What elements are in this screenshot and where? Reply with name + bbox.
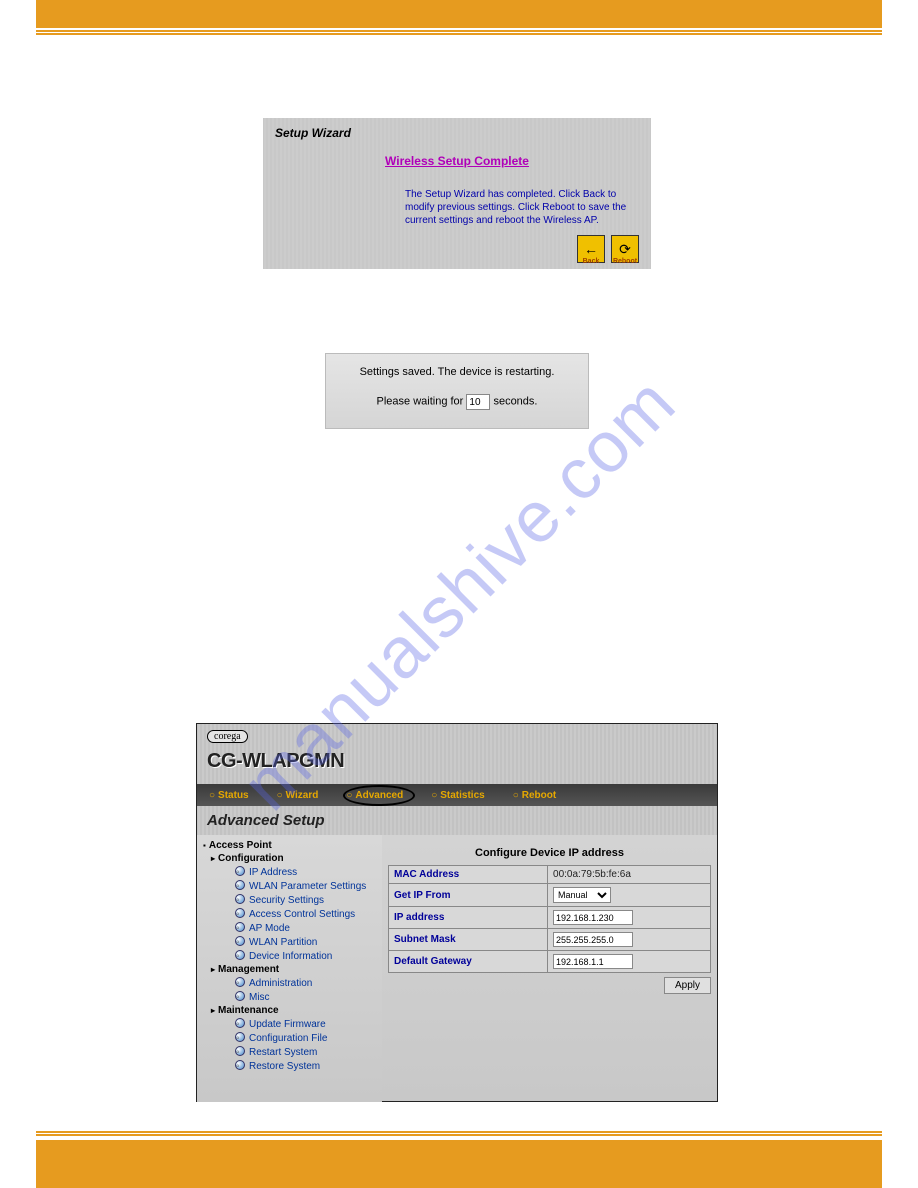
form-title: Configure Device IP address	[388, 841, 711, 865]
tree-group-maintenance[interactable]: Maintenance	[203, 1004, 382, 1017]
restart-dialog: Settings saved. The device is restarting…	[325, 353, 589, 429]
ip-config-table: MAC Address 00:0a:79:5b:fe:6a Get IP Fro…	[388, 865, 711, 973]
gateway-label: Default Gateway	[389, 951, 548, 973]
tree-item-wlan-partition[interactable]: WLAN Partition	[203, 935, 382, 949]
tree-root[interactable]: Access Point	[203, 839, 382, 852]
apply-button[interactable]: Apply	[664, 977, 711, 994]
nav-bar: ○Status ○Wizard ○Advanced ○Statistics ○R…	[197, 784, 717, 806]
bottom-banner	[36, 1140, 882, 1188]
ip-input[interactable]	[553, 910, 633, 925]
ip-label: IP address	[389, 907, 548, 929]
tree-item-restart-system[interactable]: Restart System	[203, 1045, 382, 1059]
tree-item-restore-system[interactable]: Restore System	[203, 1059, 382, 1073]
restart-line-2: Please waiting for seconds.	[326, 394, 588, 410]
restart-suffix: seconds.	[490, 396, 537, 408]
tree-item-device-info[interactable]: Device Information	[203, 949, 382, 963]
tree-item-wlan-parameter[interactable]: WLAN Parameter Settings	[203, 879, 382, 893]
nav-statistics[interactable]: ○Statistics	[431, 790, 485, 801]
gateway-input[interactable]	[553, 954, 633, 969]
tree-item-update-firmware[interactable]: Update Firmware	[203, 1017, 382, 1031]
tree-group-management[interactable]: Management	[203, 963, 382, 976]
sidebar-tree: Access Point Configuration IP Address WL…	[197, 835, 382, 1102]
wizard-panel: Setup Wizard Wireless Setup Complete The…	[263, 118, 651, 269]
nav-wizard[interactable]: ○Wizard	[277, 790, 319, 801]
bottom-rule	[36, 1131, 882, 1136]
getip-label: Get IP From	[389, 884, 548, 907]
tree-item-security[interactable]: Security Settings	[203, 893, 382, 907]
nav-reboot[interactable]: ○Reboot	[513, 790, 557, 801]
countdown-input	[466, 394, 490, 410]
advanced-body: Access Point Configuration IP Address WL…	[197, 835, 717, 1102]
wizard-button-row: ← Back ⟳ Reboot	[577, 235, 639, 263]
advanced-subtitle: Advanced Setup	[197, 806, 717, 835]
tree-item-config-file[interactable]: Configuration File	[203, 1031, 382, 1045]
nav-advanced[interactable]: ○Advanced	[346, 790, 403, 801]
back-button[interactable]: ← Back	[577, 235, 605, 263]
back-button-label: Back	[583, 258, 600, 265]
tree-item-misc[interactable]: Misc	[203, 990, 382, 1004]
top-banner	[36, 0, 882, 28]
tree-group-configuration[interactable]: Configuration	[203, 852, 382, 865]
advanced-setup-screenshot: corega CG-WLAPGMN ○Status ○Wizard ○Advan…	[196, 723, 718, 1102]
tree-item-ap-mode[interactable]: AP Mode	[203, 921, 382, 935]
reboot-button[interactable]: ⟳ Reboot	[611, 235, 639, 263]
brand-logo: corega	[207, 730, 248, 743]
subnet-input[interactable]	[553, 932, 633, 947]
advanced-header: corega CG-WLAPGMN	[197, 724, 717, 784]
nav-status[interactable]: ○Status	[209, 790, 249, 801]
wizard-heading: Wireless Setup Complete	[275, 154, 639, 168]
form-area: Configure Device IP address MAC Address …	[382, 835, 717, 1102]
reboot-icon: ⟳	[619, 241, 631, 258]
model-name: CG-WLAPGMN	[207, 750, 344, 773]
subnet-label: Subnet Mask	[389, 929, 548, 951]
reboot-button-label: Reboot	[613, 258, 637, 265]
restart-line-1: Settings saved. The device is restarting…	[326, 366, 588, 378]
wizard-text: The Setup Wizard has completed. Click Ba…	[405, 188, 631, 227]
back-arrow-icon: ←	[584, 241, 598, 257]
getip-select[interactable]: Manual	[553, 887, 611, 903]
wizard-title: Setup Wizard	[275, 126, 639, 140]
restart-prefix: Please waiting for	[377, 396, 467, 408]
top-rule	[36, 30, 882, 35]
tree-item-administration[interactable]: Administration	[203, 976, 382, 990]
mac-value: 00:0a:79:5b:fe:6a	[548, 866, 711, 884]
tree-item-ip-address[interactable]: IP Address	[203, 865, 382, 879]
tree-item-access-control[interactable]: Access Control Settings	[203, 907, 382, 921]
mac-label: MAC Address	[389, 866, 548, 884]
